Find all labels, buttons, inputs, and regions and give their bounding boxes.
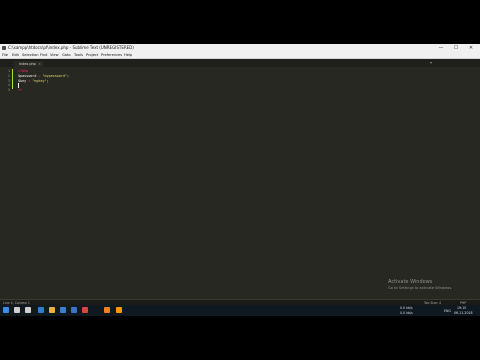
code-token: "mykey" — [32, 78, 47, 83]
line-number: 5 — [7, 88, 10, 93]
tray-network-up: 0.0 kb/s — [400, 306, 413, 310]
chrome-icon[interactable] — [82, 307, 88, 313]
menu-selection[interactable]: Selection — [22, 52, 39, 58]
close-button[interactable]: ✕ — [466, 44, 476, 52]
menu-bar: File Edit Selection Find View Goto Tools… — [0, 52, 480, 59]
file-explorer-icon[interactable] — [49, 307, 55, 313]
search-icon[interactable] — [14, 307, 20, 313]
code-line[interactable]: $key = "mykey"; — [18, 79, 49, 84]
watermark-title: Activate Windows — [388, 279, 433, 285]
code-token: $key — [18, 78, 27, 83]
code-token: $password — [18, 73, 37, 78]
maximize-button[interactable]: ☐ — [451, 44, 461, 52]
xampp-icon[interactable] — [104, 307, 110, 313]
code-token: "mypassword" — [42, 73, 68, 78]
tab-label: index.php — [19, 62, 36, 66]
menu-preferences[interactable]: Preferences — [101, 52, 122, 58]
code-token: ; — [46, 78, 49, 83]
code-token: ; — [67, 73, 70, 78]
tab-index-php[interactable]: index.php × — [14, 61, 44, 67]
tab-bar: index.php × ▾ — [0, 59, 480, 67]
tray-date[interactable]: 06-11-2018 — [454, 311, 473, 315]
tray-network-down: 0.0 kb/s — [400, 310, 413, 315]
menu-view[interactable]: View — [50, 52, 59, 58]
menu-edit[interactable]: Edit — [12, 52, 19, 58]
mail-icon[interactable] — [71, 307, 77, 313]
menu-goto[interactable]: Goto — [62, 52, 71, 58]
modified-lines-marker — [12, 69, 13, 89]
code-token: ?> — [18, 88, 23, 93]
tray-language[interactable]: ENG — [444, 309, 451, 313]
line-number-gutter: 1 2 3 4 5 — [0, 67, 14, 303]
minimize-button[interactable]: — — [436, 44, 446, 52]
menu-project[interactable]: Project — [86, 52, 98, 58]
menu-help[interactable]: Help — [124, 52, 132, 58]
watermark-subtitle: Go to Settings to activate Windows. — [388, 286, 453, 290]
screen: C:\xampp\htdocs\pf\index.php - Sublime T… — [0, 44, 480, 316]
windows-start-icon[interactable] — [3, 307, 9, 313]
code-line[interactable]: ?> — [18, 88, 22, 93]
windows-taskbar: 0.0 kb/s 0.0 kb/s ENG 19:10 06-11-2018 — [0, 305, 480, 316]
store-icon[interactable] — [60, 307, 66, 313]
text-cursor — [18, 83, 19, 89]
tab-close-icon[interactable]: × — [38, 61, 41, 67]
sublime-app-icon — [2, 46, 6, 50]
title-bar: C:\xampp\htdocs\pf\index.php - Sublime T… — [0, 44, 480, 52]
menu-file[interactable]: File — [2, 52, 8, 58]
window-title: C:\xampp\htdocs\pf\index.php - Sublime T… — [8, 45, 134, 50]
code-token: <?php — [18, 69, 29, 73]
sublime-icon[interactable] — [116, 307, 122, 313]
edge-icon[interactable] — [38, 307, 44, 313]
activate-windows-watermark: Activate Windows Go to Settings to activ… — [388, 279, 452, 291]
tray-time[interactable]: 19:10 — [457, 306, 466, 310]
menu-tools[interactable]: Tools — [74, 52, 83, 58]
menu-find[interactable]: Find — [40, 52, 47, 58]
task-view-icon[interactable] — [25, 307, 31, 313]
tab-dropdown-icon[interactable]: ▾ — [430, 60, 432, 66]
